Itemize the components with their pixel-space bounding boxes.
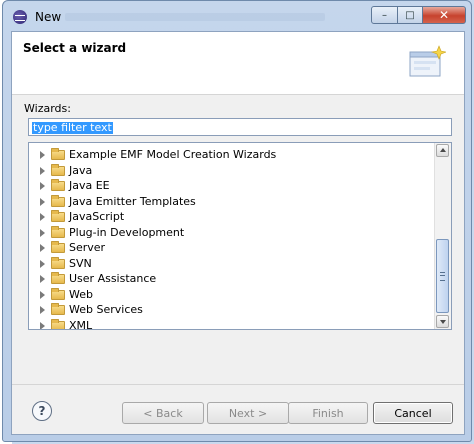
tree-item-server[interactable]: Server (29, 240, 433, 256)
back-button[interactable]: < Back (122, 402, 204, 424)
expand-arrow-icon[interactable] (40, 228, 45, 237)
folder-icon (51, 210, 65, 222)
expand-arrow-icon[interactable] (40, 259, 45, 268)
tree-item-javascript[interactable]: JavaScript (29, 209, 433, 225)
tree-item-label: Java (69, 163, 93, 177)
maximize-button[interactable]: □ (397, 6, 423, 24)
expand-arrow-icon[interactable] (40, 213, 45, 221)
window-title: New (35, 10, 62, 24)
new-wizard-dialog: New – □ ✕ Select a wizard Wizards: type … (2, 0, 472, 442)
button-bar-separator (12, 384, 464, 385)
cancel-button[interactable]: Cancel (373, 402, 453, 424)
tree-item-label: Java EE (69, 179, 110, 192)
header-title: Select a wizard (23, 41, 127, 55)
tree-item-label: User Assistance (69, 272, 157, 285)
help-button[interactable]: ? (32, 401, 52, 421)
help-icon: ? (38, 404, 46, 418)
tree-item-label: Server (69, 241, 106, 254)
expand-arrow-icon[interactable] (40, 197, 45, 206)
folder-icon (51, 303, 65, 315)
tree-item-svn[interactable]: SVN (29, 256, 433, 272)
tree-item-label: JavaScript (69, 210, 125, 223)
blurred-background-text (65, 13, 325, 21)
minimize-button[interactable]: – (371, 6, 398, 24)
folder-icon (51, 163, 65, 176)
folder-icon (51, 287, 65, 300)
tree-item-label: XML (69, 318, 93, 330)
folder-icon (51, 148, 65, 160)
expand-arrow-icon[interactable] (40, 290, 45, 299)
title-bar[interactable]: New – □ ✕ (3, 1, 471, 31)
next-button[interactable]: Next > (207, 402, 289, 424)
tree-item-plugin-development[interactable]: Plug-in Development (29, 225, 433, 241)
expand-arrow-icon[interactable] (40, 275, 45, 283)
folder-icon (51, 225, 65, 238)
tree-item-java-ee[interactable]: Java EE (29, 178, 433, 194)
wizards-label: Wizards: (24, 102, 71, 115)
dialog-client-area: Select a wizard Wizards: type filter tex… (11, 31, 465, 435)
wizard-banner-icon (409, 45, 446, 77)
expand-arrow-icon[interactable] (40, 244, 45, 252)
finish-button[interactable]: Finish (288, 402, 368, 424)
wizard-tree[interactable]: Example EMF Model Creation Wizards Java … (28, 142, 452, 330)
scroll-thumb[interactable] (436, 239, 449, 313)
folder-icon (51, 194, 65, 207)
maximize-icon: □ (405, 9, 415, 21)
close-button[interactable]: ✕ (422, 6, 466, 24)
scroll-down-arrow-icon[interactable] (436, 315, 449, 328)
tree-item-java-emitter-templates[interactable]: Java Emitter Templates (29, 194, 433, 210)
tree-vertical-scrollbar[interactable] (434, 143, 451, 329)
expand-arrow-icon[interactable] (40, 182, 45, 190)
tree-item-user-assistance[interactable]: User Assistance (29, 271, 433, 287)
tree-item-web-services[interactable]: Web Services (29, 302, 433, 318)
expand-arrow-icon[interactable] (40, 321, 45, 329)
tree-item-java[interactable]: Java (29, 163, 433, 179)
folder-icon (51, 256, 65, 269)
tree-item-label: Example EMF Model Creation Wizards (69, 148, 277, 161)
tree-item-label: Web Services (69, 303, 143, 316)
folder-icon (51, 179, 65, 191)
wizard-header: Select a wizard (12, 32, 464, 95)
eclipse-app-icon (13, 10, 27, 24)
folder-icon (51, 272, 65, 284)
tree-item-xml[interactable]: XML (29, 318, 433, 330)
expand-arrow-icon[interactable] (40, 166, 45, 175)
expand-arrow-icon[interactable] (40, 151, 45, 159)
expand-arrow-icon[interactable] (40, 306, 45, 314)
folder-icon (51, 318, 65, 329)
tree-item-label: Java Emitter Templates (69, 194, 196, 208)
tree-item-label: SVN (69, 256, 92, 270)
tree-item-example-emf[interactable]: Example EMF Model Creation Wizards (29, 147, 433, 163)
tree-item-label: Web (69, 287, 93, 301)
scroll-up-arrow-icon[interactable] (436, 144, 449, 157)
filter-selected-text: type filter text (32, 121, 113, 134)
minimize-icon: – (382, 9, 387, 21)
tree-item-label: Plug-in Development (69, 225, 185, 239)
close-icon: ✕ (438, 8, 450, 22)
folder-icon (51, 241, 65, 253)
tree-item-web[interactable]: Web (29, 287, 433, 303)
